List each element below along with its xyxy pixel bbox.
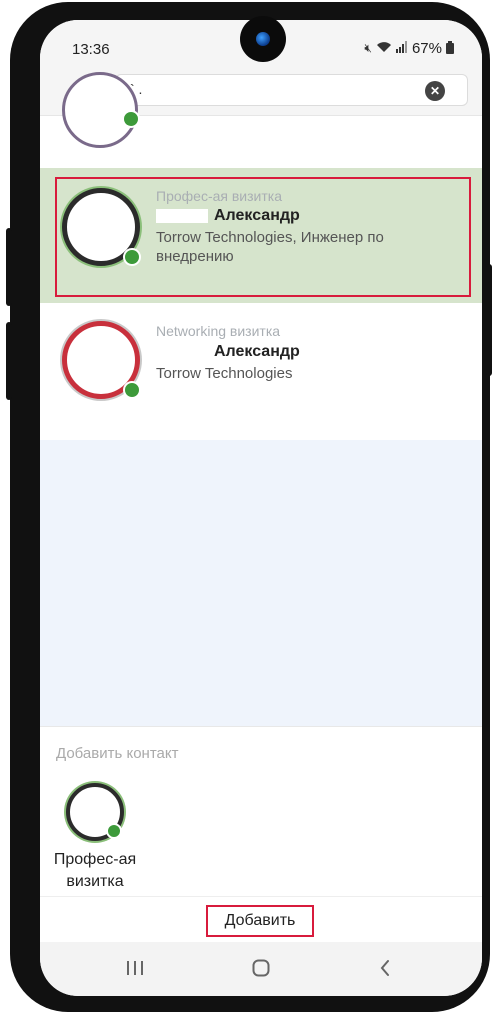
contact-name: Александр xyxy=(156,343,300,361)
home-button[interactable] xyxy=(246,956,276,980)
list-item-previous[interactable] xyxy=(40,72,482,168)
card-type-label: Networking визитка xyxy=(156,323,281,339)
contact-card-networking[interactable]: Networking визитка Александр Torrow Tech… xyxy=(40,303,482,440)
battery-icon xyxy=(446,40,454,57)
home-icon xyxy=(252,959,270,977)
nav-back-button[interactable] xyxy=(370,956,400,980)
phone-frame: 13:36 🔇︎ 67% ` . ✕ Профес-ая визитка Але… xyxy=(6,2,492,1012)
status-time: 13:36 xyxy=(72,41,110,58)
online-status-dot xyxy=(122,110,140,128)
wifi-icon xyxy=(376,41,392,56)
power-button xyxy=(486,264,492,376)
contact-company: Torrow Technologies, Инженер по внедрени… xyxy=(156,229,384,265)
online-status-dot xyxy=(106,823,122,839)
add-button[interactable]: Добавить xyxy=(206,905,314,937)
results-list[interactable]: Профес-ая визитка Александр Torrow Techn… xyxy=(40,72,482,726)
screen: 13:36 🔇︎ 67% ` . ✕ Профес-ая визитка Але… xyxy=(40,20,482,996)
card-type-label: Профес-ая визитка xyxy=(156,188,282,204)
contact-first-name: Александр xyxy=(214,343,300,360)
search-input[interactable]: ` . xyxy=(115,74,468,106)
close-icon: ✕ xyxy=(429,84,441,98)
add-action-bar: Добавить xyxy=(40,896,482,942)
volume-button xyxy=(6,228,12,306)
contact-name: Александр xyxy=(156,207,300,225)
online-status-dot xyxy=(123,381,141,399)
battery-percent: 67% xyxy=(411,40,442,57)
signal-icon xyxy=(395,41,408,56)
redacted-surname xyxy=(156,208,208,223)
add-contact-panel: Добавить контакт Профес-ая визитка xyxy=(40,726,482,896)
add-contact-title: Добавить контакт xyxy=(56,745,179,762)
selected-card-label: Профес-ая визитка xyxy=(53,851,137,890)
mute-icon: 🔇︎ xyxy=(364,41,372,55)
contact-card-professional[interactable]: Профес-ая визитка Александр Torrow Techn… xyxy=(40,168,482,303)
status-icons: 🔇︎ 67% xyxy=(364,40,454,57)
recents-button[interactable] xyxy=(120,956,150,980)
recents-icon xyxy=(127,961,143,975)
clear-search-button[interactable]: ✕ xyxy=(425,81,445,101)
contact-company: Torrow Technologies xyxy=(156,365,293,382)
front-camera xyxy=(240,16,286,62)
system-nav-bar xyxy=(40,942,482,996)
online-status-dot xyxy=(123,248,141,266)
back-icon xyxy=(380,960,389,976)
volume-button-lower xyxy=(6,322,12,400)
redacted-surname xyxy=(156,345,208,359)
contact-first-name: Александр xyxy=(214,207,300,224)
